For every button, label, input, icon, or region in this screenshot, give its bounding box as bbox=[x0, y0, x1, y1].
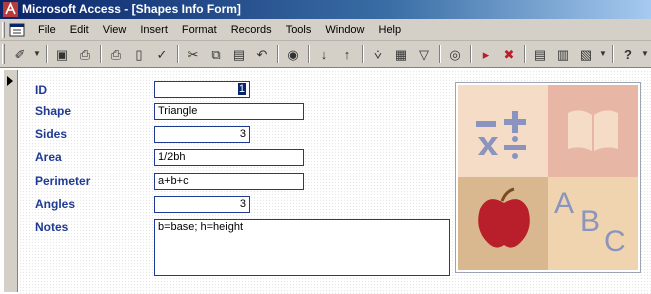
svg-text:C: C bbox=[604, 225, 626, 258]
sides-field[interactable]: 3 bbox=[154, 126, 250, 143]
delete-record-icon[interactable]: ✖ bbox=[498, 43, 520, 65]
filter-by-form-icon[interactable]: ▦ bbox=[390, 43, 412, 65]
paste-icon[interactable]: ▤ bbox=[228, 43, 250, 65]
access-app-icon[interactable] bbox=[3, 2, 18, 17]
menu-help[interactable]: Help bbox=[372, 21, 409, 39]
math-tile bbox=[458, 85, 548, 177]
id-value: 1 bbox=[237, 83, 246, 95]
menu-records[interactable]: Records bbox=[224, 21, 279, 39]
toolbar-grip[interactable] bbox=[2, 44, 5, 64]
form-view-toolbar: ✐ ▼ ▣ ⎙ ⎙ ▯ ✓ ✂ ⧉ ▤ ↶ ◉ ↓ ↑ ⩒ ▦ ▽ ◎ ▸ ✖ … bbox=[0, 41, 651, 68]
current-record-arrow-icon bbox=[7, 76, 13, 86]
form-document-icon[interactable] bbox=[9, 22, 25, 38]
toolbar-separator bbox=[177, 45, 179, 63]
area-field[interactable]: 1/2bh bbox=[154, 149, 304, 166]
menubar-grip[interactable] bbox=[2, 21, 5, 38]
insert-hyperlink-icon[interactable]: ◉ bbox=[282, 43, 304, 65]
new-object-icon[interactable]: ▧ bbox=[575, 43, 597, 65]
menu-insert[interactable]: Insert bbox=[133, 21, 175, 39]
notes-label: Notes bbox=[35, 220, 69, 234]
perimeter-field[interactable]: a+b+c bbox=[154, 173, 304, 190]
toolbar-separator bbox=[612, 45, 614, 63]
area-label: Area bbox=[35, 150, 62, 164]
shape-field[interactable]: Triangle bbox=[154, 103, 304, 120]
view-dropdown-icon[interactable]: ▼ bbox=[32, 43, 42, 65]
new-object-dropdown-icon[interactable]: ▼ bbox=[598, 43, 608, 65]
toolbar-separator bbox=[277, 45, 279, 63]
filter-by-selection-icon[interactable]: ⩒ bbox=[367, 43, 389, 65]
toolbar-separator bbox=[46, 45, 48, 63]
menu-window[interactable]: Window bbox=[318, 21, 371, 39]
window-title: Microsoft Access - [Shapes Info Form] bbox=[22, 2, 241, 16]
notes-field[interactable]: b=base; h=height bbox=[154, 219, 450, 276]
shape-label: Shape bbox=[35, 104, 72, 118]
menu-edit[interactable]: Edit bbox=[63, 21, 96, 39]
find-icon[interactable]: ◎ bbox=[444, 43, 466, 65]
properties-icon[interactable]: ▤ bbox=[529, 43, 551, 65]
svg-text:A: A bbox=[554, 187, 574, 220]
toolbar-separator bbox=[100, 45, 102, 63]
toolbar-separator bbox=[470, 45, 472, 63]
menu-format[interactable]: Format bbox=[175, 21, 224, 39]
sides-label: Sides bbox=[35, 127, 68, 141]
perimeter-label: Perimeter bbox=[35, 174, 91, 188]
angles-label: Angles bbox=[35, 197, 76, 211]
title-bar[interactable]: Microsoft Access - [Shapes Info Form] bbox=[0, 0, 651, 19]
record-selector[interactable] bbox=[4, 70, 18, 292]
apply-filter-icon[interactable]: ▽ bbox=[413, 43, 435, 65]
print-preview-icon[interactable]: ⎙ bbox=[74, 43, 96, 65]
new-record-icon[interactable]: ▸ bbox=[475, 43, 497, 65]
cut-icon[interactable]: ✂ bbox=[182, 43, 204, 65]
menu-tools[interactable]: Tools bbox=[279, 21, 319, 39]
help-icon[interactable]: ? bbox=[617, 43, 639, 65]
menu-view[interactable]: View bbox=[96, 21, 134, 39]
sort-ascending-icon[interactable]: ↓ bbox=[313, 43, 335, 65]
design-view-icon[interactable]: ✐ bbox=[9, 43, 31, 65]
database-window-icon[interactable]: ▥ bbox=[552, 43, 574, 65]
undo-icon[interactable]: ↶ bbox=[251, 43, 273, 65]
toolbar-separator bbox=[439, 45, 441, 63]
sort-descending-icon[interactable]: ↑ bbox=[336, 43, 358, 65]
toolbar-separator bbox=[362, 45, 364, 63]
toolbar-separator bbox=[524, 45, 526, 63]
toolbar-options-icon[interactable]: ▼ bbox=[640, 43, 650, 65]
menu-file[interactable]: File bbox=[31, 21, 63, 39]
angles-field[interactable]: 3 bbox=[154, 196, 250, 213]
preview-icon[interactable]: ▯ bbox=[128, 43, 150, 65]
toolbar-separator bbox=[308, 45, 310, 63]
svg-text:B: B bbox=[580, 205, 600, 238]
id-field[interactable]: 1 bbox=[154, 81, 250, 98]
school-subjects-image: A B C bbox=[455, 82, 641, 273]
menu-bar: File Edit View Insert Format Records Too… bbox=[0, 19, 651, 41]
school-subjects-graphic: A B C bbox=[458, 85, 638, 270]
id-label: ID bbox=[35, 83, 47, 97]
save-icon[interactable]: ▣ bbox=[51, 43, 73, 65]
copy-icon[interactable]: ⧉ bbox=[205, 43, 227, 65]
print-icon[interactable]: ⎙ bbox=[105, 43, 127, 65]
spelling-icon[interactable]: ✓ bbox=[151, 43, 173, 65]
book-tile bbox=[548, 85, 638, 177]
